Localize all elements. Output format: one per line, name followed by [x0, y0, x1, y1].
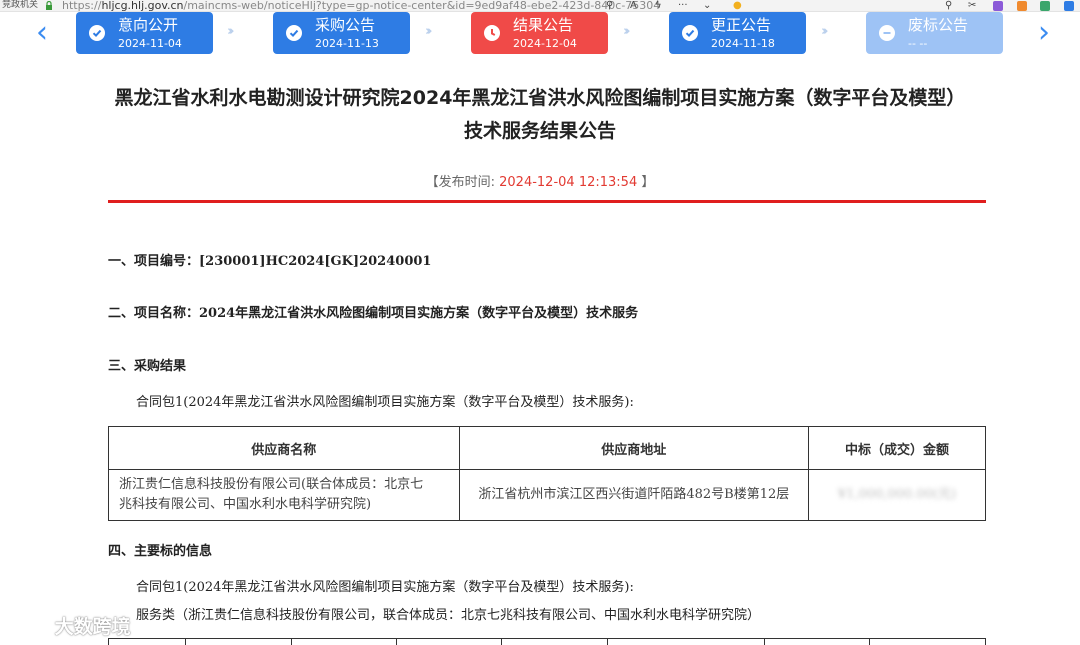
site-tag: 竞政机关: [2, 0, 39, 10]
step-date: 2024-11-18: [711, 37, 775, 50]
step-cancellation[interactable]: 废标公告 -- --: [866, 12, 1003, 54]
browser-address-bar[interactable]: 竞政机关 https://hljcg.hlj.gov.cn/maincms-we…: [0, 0, 1080, 12]
table-row: 浙江贵仁信息科技股份有限公司(联合体成员：北京七 兆科技有限公司、中国水利水电科学…: [108, 469, 986, 521]
step-date: -- --: [908, 37, 928, 50]
extension-orange-icon[interactable]: [1017, 1, 1027, 11]
extension-purple-icon[interactable]: [993, 1, 1003, 11]
contract-package-1: 合同包1(2024年黑龙江省洪水风险图编制项目实施方案（数字平台及模型）技术服务…: [136, 395, 634, 410]
zoom-icon[interactable]: ⚲: [606, 0, 613, 11]
step-date: 2024-11-13: [315, 37, 379, 50]
check-circle-icon: [89, 25, 105, 41]
extension-ring-icon[interactable]: ●: [733, 0, 742, 11]
watermark: 大数跨境: [10, 612, 131, 638]
check-circle-icon: [286, 25, 302, 41]
step-procurement[interactable]: 采购公告 2024-11-13: [273, 12, 410, 54]
double-chevron-icon: ›››: [425, 24, 432, 39]
watermark-logo-icon: [10, 618, 48, 634]
notice-title-line2: 技术服务结果公告: [463, 120, 616, 142]
cell-supplier-address: 浙江省杭州市滨江区西兴街道阡陌路482号B楼第12层: [458, 469, 810, 521]
step-result[interactable]: 结果公告 2024-12-04: [471, 12, 608, 54]
result-table: 供应商名称 供应商地址 中标（成交）金额 浙江贵仁信息科技股份有限公司(联合体成…: [108, 426, 986, 521]
contract-package-1-detail: 合同包1(2024年黑龙江省洪水风险图编制项目实施方案（数字平台及模型）技术服务…: [136, 580, 634, 595]
chevron-down-icon[interactable]: ⌄: [703, 0, 711, 11]
section-procurement-result: 三、采购结果: [108, 359, 187, 374]
section-project-number: 一、项目编号：[230001]HC2024[GK]20240001: [108, 254, 432, 269]
step-intention[interactable]: 意向公开 2024-11-04: [76, 12, 213, 54]
lightning-icon[interactable]: ϟ: [655, 0, 662, 11]
service-category: 服务类（浙江贵仁信息科技股份有限公司，联合体成员：北京七兆科技有限公司、中国水利…: [136, 608, 761, 623]
next-arrow-icon[interactable]: ›: [1038, 18, 1050, 48]
section-project-name: 二、项目名称：2024年黑龙江省洪水风险图编制项目实施方案（数字平台及模型）技术…: [108, 306, 639, 321]
extension-blue-icon[interactable]: [1064, 1, 1074, 11]
minus-circle-icon: [879, 25, 895, 41]
header-supplier-address: 供应商地址: [458, 426, 810, 470]
read-aloud-icon[interactable]: A: [630, 0, 637, 11]
step-date: 2024-11-04: [118, 37, 182, 50]
cell-supplier-name: 浙江贵仁信息科技股份有限公司(联合体成员：北京七 兆科技有限公司、中国水利水电科学…: [108, 469, 460, 521]
cell-award-amount: ¥1,000,000.00(元): [808, 469, 986, 521]
lock-icon: [46, 1, 52, 10]
header-award-amount: 中标（成交）金额: [808, 426, 986, 470]
double-chevron-icon: ›››: [821, 24, 828, 39]
step-name: 意向公开: [118, 16, 179, 34]
search-icon[interactable]: ⚲: [945, 0, 952, 11]
url-text[interactable]: https://hljcg.hlj.gov.cn/maincms-web/not…: [62, 0, 660, 11]
step-name: 采购公告: [315, 16, 376, 34]
step-name: 废标公告: [908, 16, 969, 34]
step-date: 2024-12-04: [513, 37, 577, 50]
double-chevron-icon: ›››: [623, 24, 630, 39]
step-name: 更正公告: [711, 16, 772, 34]
redacted-amount: ¥1,000,000.00(元): [837, 487, 957, 502]
publish-time: 【发布时间: 2024-12-04 12:13:54 】: [425, 175, 655, 190]
check-circle-icon: [682, 25, 698, 41]
header-supplier-name: 供应商名称: [108, 426, 460, 470]
double-chevron-icon: ›››: [227, 24, 234, 39]
more-icon[interactable]: ···: [678, 0, 688, 11]
prev-arrow-icon[interactable]: ‹: [36, 18, 48, 48]
title-divider: [108, 200, 986, 203]
table-header-row: 供应商名称 供应商地址 中标（成交）金额: [108, 426, 986, 470]
section-main-subject: 四、主要标的信息: [108, 544, 213, 559]
step-correction[interactable]: 更正公告 2024-11-18: [669, 12, 806, 54]
clock-icon: [484, 25, 500, 41]
scissors-icon[interactable]: ✂: [968, 0, 976, 11]
subject-table: [108, 638, 986, 645]
notice-title-line1: 黑龙江省水利水电勘测设计研究院2024年黑龙江省洪水风险图编制项目实施方案（数字…: [114, 87, 966, 109]
step-name: 结果公告: [513, 16, 574, 34]
extension-green-icon[interactable]: [1040, 1, 1050, 11]
